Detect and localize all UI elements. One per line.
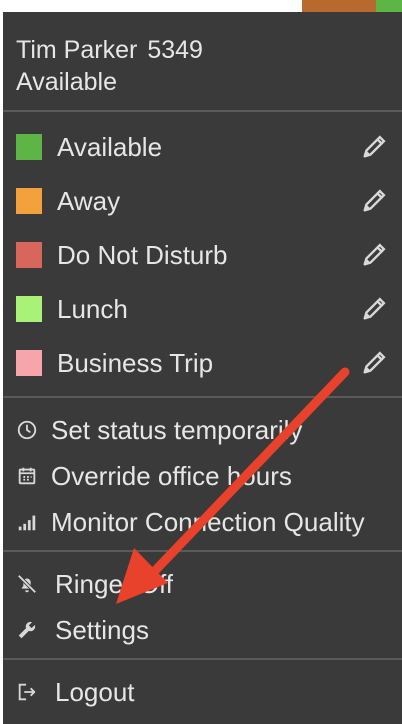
- status-option-available[interactable]: Available: [3, 120, 402, 174]
- status-label: Do Not Disturb: [57, 240, 228, 270]
- ringer-off-item[interactable]: Ringer Off: [3, 562, 402, 606]
- status-option-do-not-disturb[interactable]: Do Not Disturb: [3, 228, 402, 282]
- logout-item[interactable]: Logout: [3, 670, 402, 714]
- status-color-swatch: [16, 188, 42, 214]
- menu-label: Set status temporarily: [51, 415, 303, 445]
- menu-label: Override office hours: [51, 461, 292, 491]
- monitor-connection-quality-item[interactable]: Monitor Connection Quality: [3, 500, 402, 544]
- menu-label: Ringer Off: [55, 569, 174, 599]
- bell-off-icon: [17, 574, 37, 594]
- override-office-hours-item[interactable]: Override office hours: [3, 454, 402, 498]
- set-status-temporarily-item[interactable]: Set status temporarily: [3, 408, 402, 452]
- menu-label: Monitor Connection Quality: [51, 507, 365, 537]
- clock-icon: [17, 420, 37, 440]
- pencil-icon[interactable]: [360, 349, 388, 377]
- user-name: Tim Parker: [16, 36, 138, 64]
- user-extension: 5349: [147, 36, 203, 64]
- signal-bars-icon: [18, 515, 36, 531]
- status-color-swatch: [16, 134, 42, 160]
- status-label: Available: [57, 132, 163, 162]
- logout-icon: [18, 683, 36, 701]
- pencil-icon[interactable]: [360, 241, 388, 269]
- status-color-swatch: [16, 350, 42, 376]
- status-label: Lunch: [57, 294, 128, 324]
- calendar-icon: [18, 467, 36, 485]
- menu-label: Logout: [55, 677, 135, 707]
- menu-label: Settings: [55, 615, 149, 645]
- status-color-swatch: [16, 296, 42, 322]
- status-option-away[interactable]: Away: [3, 174, 402, 228]
- divider: [3, 396, 402, 398]
- status-menu-panel: Tim Parker 5349 Available Available Away …: [3, 12, 402, 724]
- avatar-status-indicator: [376, 0, 402, 12]
- current-status: Available: [16, 68, 118, 96]
- divider: [3, 550, 402, 552]
- divider: [3, 110, 402, 112]
- pencil-icon[interactable]: [360, 133, 388, 161]
- status-color-swatch: [16, 242, 42, 268]
- status-option-lunch[interactable]: Lunch: [3, 282, 402, 336]
- pencil-icon[interactable]: [360, 295, 388, 323]
- pencil-icon[interactable]: [360, 187, 388, 215]
- wrench-icon: [18, 621, 36, 639]
- settings-item[interactable]: Settings: [3, 608, 402, 652]
- user-info: Tim Parker 5349 Available: [16, 34, 203, 98]
- status-label: Away: [57, 186, 121, 216]
- avatar[interactable]: [302, 0, 376, 12]
- status-label: Business Trip: [57, 348, 214, 378]
- divider: [3, 658, 402, 660]
- status-option-business-trip[interactable]: Business Trip: [3, 336, 402, 390]
